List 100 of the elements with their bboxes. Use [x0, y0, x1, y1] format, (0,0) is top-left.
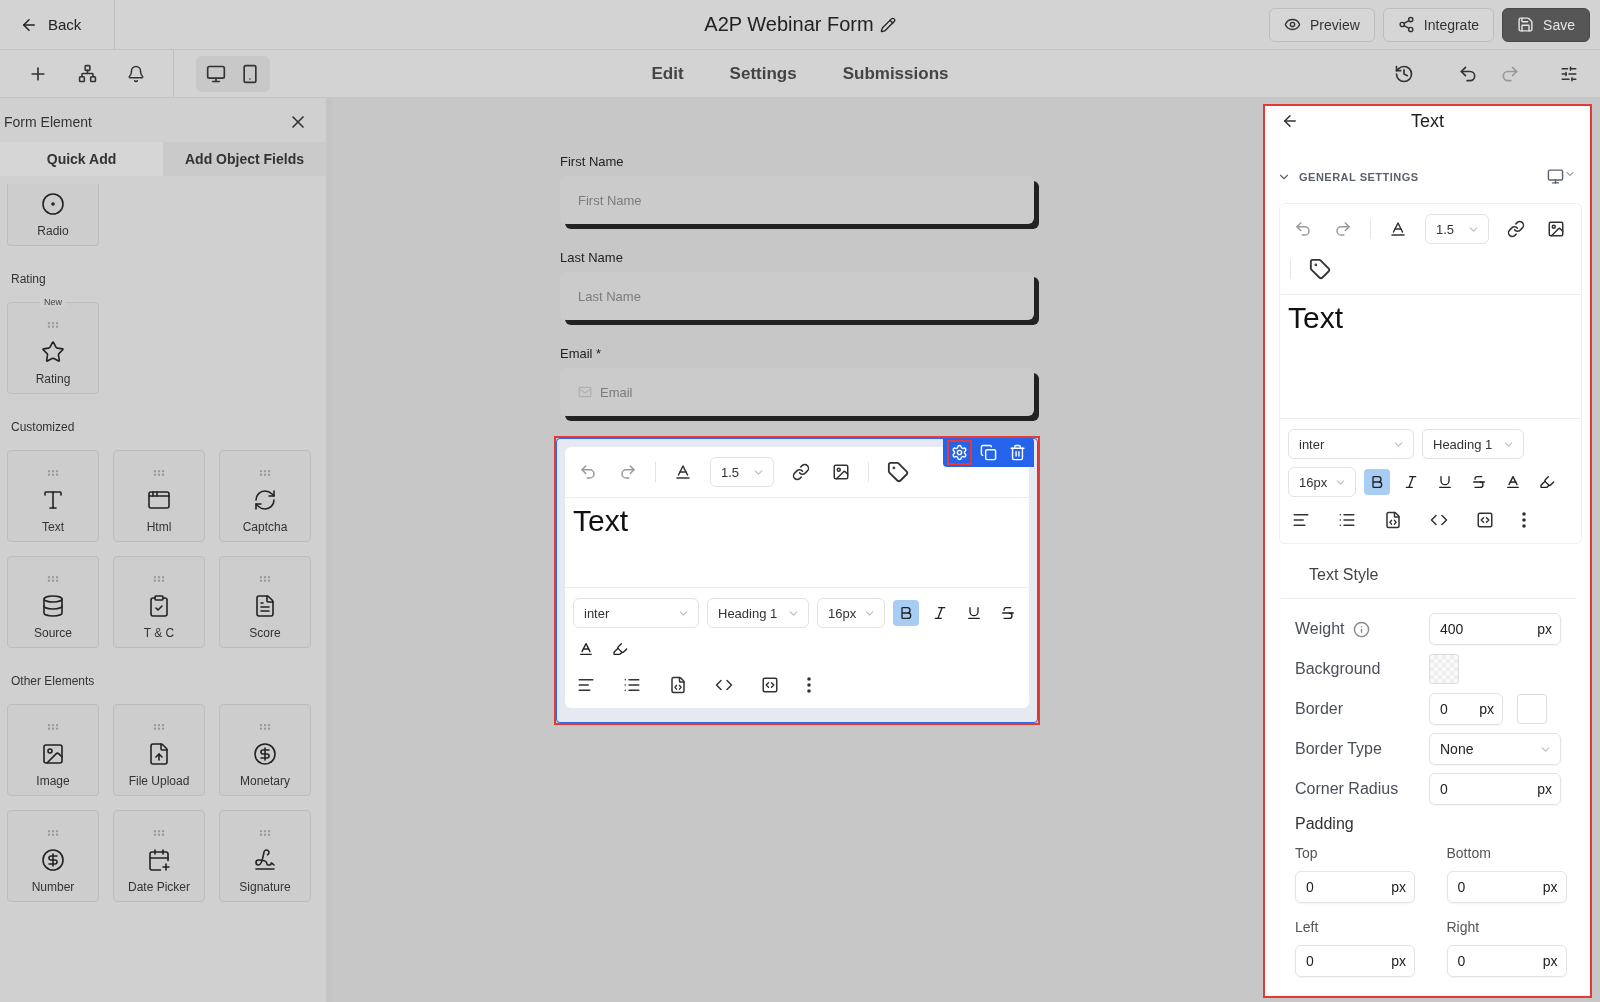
setting-label: Top — [1295, 845, 1319, 861]
setting-label: Border — [1295, 700, 1345, 718]
link-icon — [792, 463, 810, 481]
element-card[interactable]: Signature — [219, 810, 311, 902]
document-icon — [253, 594, 277, 618]
trash-icon — [1009, 444, 1026, 461]
text-content[interactable]: Text — [1280, 295, 1581, 419]
mail-icon — [578, 385, 592, 399]
nav-tab[interactable]: Settings — [723, 62, 803, 85]
nav-tab[interactable]: Edit — [645, 62, 690, 85]
element-card[interactable]: T & C — [113, 556, 205, 648]
italic-icon — [1403, 474, 1419, 490]
color-swatch[interactable] — [1429, 654, 1459, 684]
setting-label: Right — [1446, 919, 1481, 935]
font-color-icon — [1389, 220, 1407, 238]
setting-label: Left — [1295, 919, 1320, 935]
font-select[interactable]: inter — [573, 598, 699, 628]
font-size-select[interactable]: 16px — [817, 598, 885, 628]
line-height-select[interactable]: 1.5 — [710, 457, 774, 487]
section-title: Rating — [11, 272, 47, 286]
element-card[interactable]: Html — [113, 450, 205, 542]
element-card[interactable]: Score — [219, 556, 311, 648]
selected-text-block[interactable]: 1.5 Text inter Heading 1 16px — [554, 436, 1040, 725]
font-color-icon — [1505, 474, 1521, 490]
tag-icon — [887, 461, 909, 483]
section-heading: GENERAL SETTINGS — [1299, 170, 1419, 183]
form-title: A2P Webinar Form — [704, 13, 874, 36]
font-color-icon — [674, 463, 692, 481]
number-field[interactable]: 0 px — [1295, 871, 1415, 903]
file-upload-icon — [147, 742, 171, 766]
back-button[interactable]: Back — [10, 0, 115, 50]
style-select[interactable]: Heading 1 — [1422, 429, 1524, 459]
element-card[interactable]: Date Picker — [113, 810, 205, 902]
font-color-icon — [578, 641, 594, 657]
sidebar-tab[interactable]: Add Object Fields — [163, 142, 326, 176]
align-icon — [1292, 511, 1310, 529]
underline-icon — [1437, 474, 1453, 490]
nav-tab[interactable]: Submissions — [836, 62, 955, 85]
share-icon — [1397, 16, 1415, 33]
number-field[interactable]: 400 px — [1429, 613, 1561, 645]
code-block-icon — [761, 676, 779, 694]
number-field[interactable]: 0 px — [1446, 945, 1567, 977]
style-select[interactable]: Heading 1 — [707, 598, 809, 628]
bold-button[interactable] — [893, 600, 919, 626]
highlighter-icon — [612, 641, 628, 657]
preview-button[interactable]: Preview — [1269, 7, 1375, 42]
text-icon — [41, 488, 65, 512]
bold-icon — [1369, 474, 1385, 490]
code-window-icon — [147, 488, 171, 512]
element-card[interactable]: File Upload — [113, 704, 205, 796]
element-card[interactable]: Monetary — [219, 704, 311, 796]
element-card[interactable]: Source — [7, 556, 99, 648]
text-content[interactable]: Text — [565, 498, 1029, 588]
bell-icon — [127, 64, 145, 83]
element-card[interactable]: Number — [7, 810, 99, 902]
underline-icon — [966, 605, 982, 621]
padding-heading: Padding — [1294, 814, 1355, 833]
code-file-icon — [669, 676, 687, 694]
code-file-icon — [1384, 511, 1402, 529]
element-card[interactable]: Captcha — [219, 450, 311, 542]
monitor-icon — [1547, 168, 1564, 185]
element-card[interactable]: Image — [7, 704, 99, 796]
setting-label: Weight — [1295, 620, 1429, 638]
number-field[interactable]: 0 px — [1429, 773, 1561, 805]
font-select[interactable]: inter — [1288, 429, 1414, 459]
more-icon — [1522, 512, 1526, 528]
gear-icon — [951, 444, 968, 461]
settings-icon — [1560, 64, 1578, 83]
color-swatch[interactable] — [1517, 694, 1547, 724]
number-field[interactable]: 0 px — [1429, 693, 1503, 725]
more-icon — [807, 677, 811, 693]
highlighter-icon — [1539, 474, 1555, 490]
database-icon — [41, 594, 65, 618]
copy-icon — [980, 444, 997, 461]
eye-icon — [1284, 16, 1301, 33]
clipboard-check-icon — [147, 594, 171, 618]
element-card[interactable]: Radio — [7, 184, 99, 246]
dollar-icon — [253, 742, 277, 766]
field-label: First Name — [560, 154, 625, 169]
undo-icon — [1458, 63, 1478, 84]
section-title: Other Elements — [11, 674, 96, 688]
settings-button[interactable] — [947, 440, 972, 465]
font-size-select[interactable]: 16px — [1288, 467, 1356, 497]
link-icon — [1507, 220, 1525, 238]
save-button[interactable]: Save — [1502, 7, 1590, 42]
integrate-button[interactable]: Integrate — [1382, 7, 1495, 42]
redo-icon — [619, 463, 637, 481]
star-icon — [41, 340, 65, 364]
bold-button[interactable] — [1364, 469, 1390, 495]
number-field[interactable]: 0 px — [1446, 871, 1567, 903]
number-field[interactable]: 0 px — [1295, 945, 1415, 977]
strikethrough-icon — [1471, 474, 1487, 490]
signature-icon — [253, 848, 277, 872]
element-card[interactable]: Text — [7, 450, 99, 542]
line-height-select[interactable]: 1.5 — [1425, 214, 1489, 244]
structure-icon — [78, 64, 97, 83]
field-label: Email * — [560, 346, 603, 361]
border-type-select[interactable]: None — [1429, 733, 1561, 765]
list-icon — [1338, 511, 1356, 529]
sidebar-tab[interactable]: Quick Add — [0, 142, 163, 176]
